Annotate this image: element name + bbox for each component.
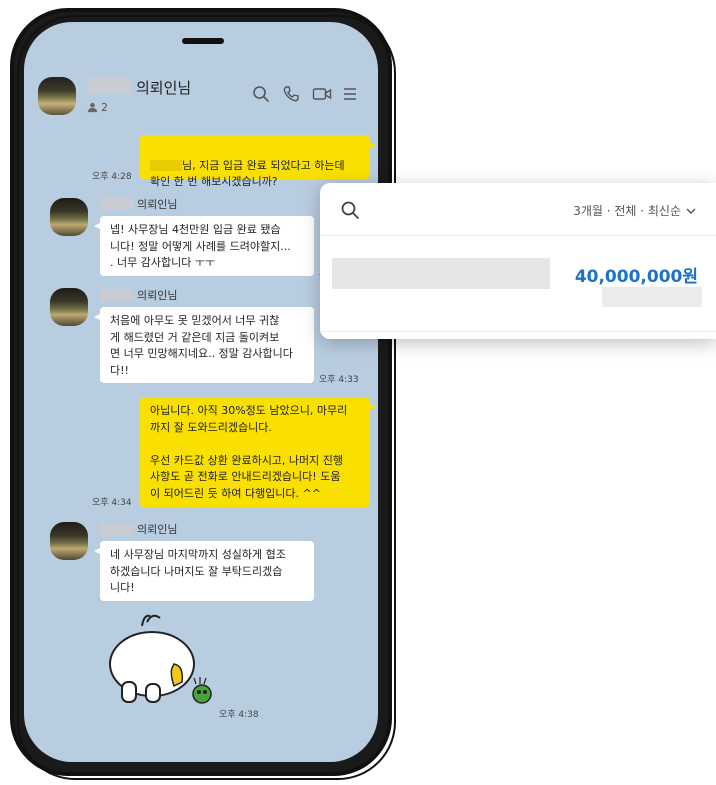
chat-screen: 의뢰인님 2 님, 지금 입금 완료 되었다고 하는데 확인 한 번 해보시겠습…	[24, 22, 378, 762]
chevron-down-icon	[686, 208, 696, 214]
divider	[320, 331, 716, 332]
their-message[interactable]: 넵! 사무장님 4천만원 입금 완료 됐습 니다! 정말 어떻게 사례를 드려야…	[94, 216, 314, 276]
redacted-name	[150, 160, 182, 171]
redacted-balance	[602, 287, 702, 307]
redacted-name	[100, 198, 134, 210]
sender-name: 의뢰인님	[137, 198, 178, 211]
their-message[interactable]: 처음에 아무도 못 믿겠어서 너무 귀찮 게 해드렸던 거 같은데 지금 돌이켜…	[94, 307, 314, 383]
redacted-transaction-name	[332, 258, 550, 289]
search-result-card: 3개월 · 전체 · 최신순 40,000,000원	[320, 183, 716, 339]
divider	[320, 235, 716, 236]
my-message[interactable]: 아닙니다. 아직 30%정도 남았으니, 마무리 까지 잘 도와드리겠습니다. …	[140, 397, 376, 507]
sender-avatar[interactable]	[50, 522, 88, 560]
message-time: 오후 4:34	[92, 498, 132, 508]
character-sticker[interactable]	[102, 612, 212, 708]
sender-name: 의뢰인님	[137, 523, 178, 536]
redacted-name	[100, 523, 134, 535]
message-time: 오후 4:33	[319, 375, 359, 385]
filter-dropdown[interactable]: 3개월 · 전체 · 최신순	[573, 202, 696, 219]
phone-speaker	[182, 38, 224, 44]
member-count-value: 2	[101, 101, 108, 114]
menu-icon[interactable]	[342, 85, 360, 103]
phone-frame: 의뢰인님 2 님, 지금 입금 완료 되었다고 하는데 확인 한 번 해보시겠습…	[10, 8, 396, 780]
transaction-amount: 40,000,000원	[574, 267, 698, 287]
my-message[interactable]: 님, 지금 입금 완료 되었다고 하는데 확인 한 번 해보시겠습니까?	[140, 135, 376, 188]
phone-icon[interactable]	[282, 85, 300, 103]
redacted-name	[100, 289, 134, 301]
filter-label: 3개월 · 전체 · 최신순	[573, 204, 681, 218]
message-time: 오후 4:28	[92, 172, 132, 182]
sender-avatar[interactable]	[50, 288, 88, 326]
sender-name: 의뢰인님	[137, 289, 178, 302]
search-icon[interactable]	[252, 85, 270, 103]
header-actions	[252, 85, 360, 103]
chat-title: 의뢰인님	[136, 79, 192, 97]
person-icon	[87, 102, 98, 113]
search-icon[interactable]	[340, 200, 360, 220]
their-message[interactable]: 네 사무장님 마지막까지 성실하게 협조 하겠습니다 나머지도 잘 부탁드리겠습…	[94, 541, 314, 601]
redacted-name	[87, 78, 131, 94]
member-count[interactable]: 2	[87, 101, 108, 114]
sender-avatar[interactable]	[50, 198, 88, 236]
message-time: 오후 4:38	[219, 710, 259, 720]
video-icon[interactable]	[312, 85, 332, 103]
profile-avatar[interactable]	[38, 77, 76, 115]
